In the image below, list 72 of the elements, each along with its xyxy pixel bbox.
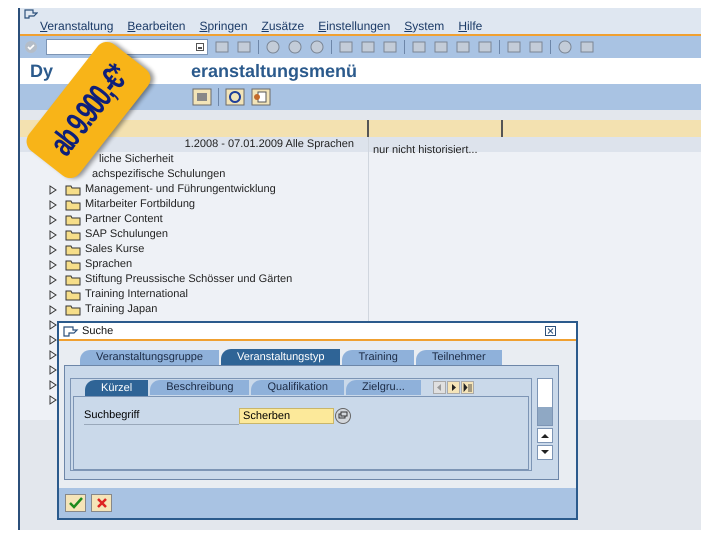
collapsed-icon[interactable] [48,214,58,224]
collapsed-icon[interactable] [48,200,58,210]
search-field[interactable]: Scherben [239,408,334,424]
tab[interactable]: Training [342,350,414,365]
menu-item[interactable]: Veranstaltung [40,19,114,33]
screen-title: eranstaltungsmenü [191,60,358,83]
cancel-button[interactable] [91,494,112,512]
folder-icon [65,228,81,240]
collapsed-icon[interactable] [48,230,58,240]
confirm-button[interactable] [65,494,86,512]
tree-item[interactable]: Management- und Führungentwicklung [85,181,276,198]
menu-item[interactable]: Bearbeiten [127,19,186,33]
tab[interactable]: Veranstaltungsgruppe [80,350,220,365]
collapsed-icon[interactable] [48,394,58,404]
collapsed-icon[interactable] [48,364,58,374]
folder-icon [65,274,81,286]
menu-item[interactable]: System [404,19,444,33]
tab[interactable]: Qualifikation [251,380,344,395]
delete-icon[interactable] [192,88,212,106]
menu-item[interactable]: Springen [199,19,248,33]
scroll-right-icon[interactable] [446,381,460,394]
collapsed-icon[interactable] [48,274,58,284]
folder-icon [65,214,81,226]
tree-item[interactable]: Stiftung Preussische Schösser und Gärten [85,271,292,288]
collapsed-icon[interactable] [48,380,58,390]
tree-item[interactable]: SAP Schulungen [85,226,168,243]
value-help-icon[interactable] [334,408,352,424]
tree-item[interactable]: Training Japan [85,301,158,318]
tree-item[interactable]: Training International [85,286,188,303]
field-label: Suchbegriff [84,408,239,425]
menu-item[interactable]: Hilfe [458,19,482,33]
folder-icon [65,258,81,270]
close-icon[interactable] [545,326,556,336]
tab[interactable]: Zielgru... [346,380,421,395]
folder-icon [65,198,81,210]
folder-icon [65,244,81,256]
check-icon[interactable] [24,40,40,54]
window-icon [63,326,79,336]
menu-item[interactable]: Einstellungen [318,19,390,33]
menu-icon[interactable] [24,9,38,19]
collapsed-icon[interactable] [48,260,58,270]
dropdown-icon[interactable] [196,43,204,51]
tree-item[interactable]: Sprachen [85,256,132,273]
tree-item[interactable]: Sales Kurse [85,241,144,258]
folder-icon [65,288,81,300]
document-icon[interactable] [251,88,271,106]
scroll-down-icon[interactable] [537,445,553,460]
menu-item[interactable]: Zusätze [262,19,304,33]
tree-item[interactable]: Partner Content [85,211,163,228]
refresh-icon[interactable] [225,88,245,106]
check-icon [68,497,82,509]
scroll-up-icon[interactable] [537,428,553,443]
table-cell: nur nicht historisiert... [373,144,478,156]
collapsed-icon[interactable] [48,320,58,330]
tab[interactable]: Beschreibung [150,380,250,395]
table-cell: 1.2008 - 07.01.2009 Alle Sprachen [184,137,354,152]
close-icon [96,497,108,509]
collapsed-icon[interactable] [48,350,58,360]
collapsed-icon[interactable] [48,244,58,254]
tree-item[interactable]: Mitarbeiter Fortbildung [85,196,196,213]
scroll-thumb[interactable] [538,407,552,425]
folder-icon [65,304,81,316]
tab[interactable]: Teilnehmer [416,350,502,365]
tab-list-icon[interactable] [460,381,474,394]
dialog-title: Suche [82,324,114,339]
tab[interactable]: Veranstaltungstyp [221,349,340,365]
collapsed-icon[interactable] [48,290,58,300]
collapsed-icon[interactable] [48,304,58,314]
screen-title: Dy [30,60,54,83]
collapsed-icon[interactable] [48,334,58,344]
tab[interactable]: Kürzel [85,380,148,396]
collapsed-icon[interactable] [48,184,58,194]
